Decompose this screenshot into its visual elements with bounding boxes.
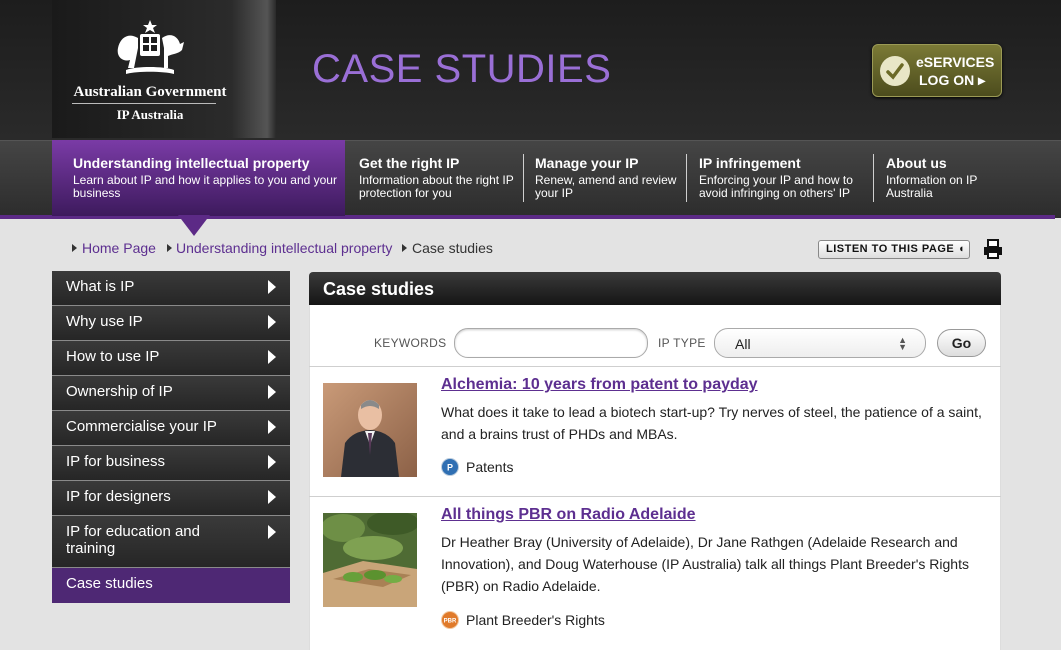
sidebar-item-label: IP for education and training (66, 523, 200, 557)
breadcrumb-current: Case studies (412, 240, 493, 256)
listen-to-page-button[interactable]: LISTEN TO THIS PAGE ◖ (818, 240, 970, 259)
keywords-input[interactable] (454, 328, 648, 358)
sidebar-item-label: Ownership of IP (66, 383, 173, 400)
nav-title: Get the right IP (359, 155, 460, 171)
sidebar-item-label: IP for designers (66, 488, 171, 505)
go-button[interactable]: Go (937, 329, 986, 357)
ip-type-value: All (735, 336, 751, 352)
sidebar-item-label: Case studies (66, 575, 153, 592)
select-arrows-icon: ▲ ▼ (898, 335, 907, 352)
nav-get-right-ip[interactable]: Get the right IP Information about the r… (345, 140, 523, 216)
story-thumbnail-pbr[interactable] (323, 513, 417, 607)
sidebar-item-label: IP for business (66, 453, 165, 470)
story-title-link[interactable]: All things PBR on Radio Adelaide (441, 506, 696, 524)
badge-text: P (447, 463, 453, 473)
sidebar-item-ownership-of-ip[interactable]: Ownership of IP (52, 376, 290, 411)
logon-label: LOG ON ▸ (919, 72, 986, 88)
sidebar-item-ip-for-education[interactable]: IP for education and training (52, 516, 290, 568)
nav-active-pointer (178, 215, 210, 236)
print-icon[interactable] (983, 239, 1003, 259)
sidebar-item-case-studies[interactable]: Case studies (52, 568, 290, 603)
chevron-right-icon (268, 420, 276, 434)
pbr-badge-icon: PBR (441, 611, 459, 629)
case-studies-heading: Case studies (309, 272, 1001, 305)
story-tag[interactable]: Patents (466, 459, 513, 475)
nav-understanding-ip[interactable]: Understanding intellectual property Lear… (52, 140, 345, 216)
sidebar-item-label: Commercialise your IP (66, 418, 217, 435)
sidebar-item-how-to-use-ip[interactable]: How to use IP (52, 341, 290, 376)
gov-rule (72, 103, 216, 104)
story-tag[interactable]: Plant Breeder's Rights (466, 612, 605, 628)
chevron-right-icon (268, 315, 276, 329)
chevron-right-icon (268, 385, 276, 399)
divider (309, 366, 1001, 367)
gov-subtitle: IP Australia (116, 107, 184, 122)
breadcrumb-arrow-icon (402, 244, 407, 252)
story-description: Dr Heather Bray (University of Adelaide)… (441, 534, 969, 594)
sidebar-item-what-is-ip[interactable]: What is IP (52, 271, 290, 306)
nav-desc: Enforcing your IP and how to avoid infri… (699, 173, 853, 200)
breadcrumb-section[interactable]: Understanding intellectual property (176, 240, 392, 256)
patent-badge-icon: P (441, 458, 459, 476)
ip-type-label: IP TYPE (658, 336, 706, 350)
sidebar-item-why-use-ip[interactable]: Why use IP (52, 306, 290, 341)
eservices-logon-button[interactable]: eSERVICES LOG ON ▸ (872, 44, 1002, 97)
chevron-right-icon (268, 350, 276, 364)
nav-title: About us (886, 155, 947, 171)
nav-title: Manage your IP (535, 155, 639, 171)
story-description: What does it take to lead a biotech star… (441, 404, 982, 442)
nav-about-us[interactable]: About us Information on IP Australia (872, 140, 992, 216)
breadcrumb-home[interactable]: Home Page (82, 240, 156, 256)
breadcrumb-arrow-icon (167, 244, 172, 252)
badge-text: PBR (444, 619, 457, 625)
keywords-label: KEYWORDS (374, 336, 447, 350)
nav-ip-infringement[interactable]: IP infringement Enforcing your IP and ho… (685, 140, 872, 216)
breadcrumb-arrow-icon (72, 244, 77, 252)
divider (309, 496, 1001, 497)
nav-desc: Learn about IP and how it applies to you… (73, 173, 337, 200)
sidebar-item-commercialise-ip[interactable]: Commercialise your IP (52, 411, 290, 446)
eservices-icon (880, 56, 910, 86)
nav-title: Understanding intellectual property (73, 155, 310, 171)
sidebar-item-ip-for-designers[interactable]: IP for designers (52, 481, 290, 516)
chevron-right-icon (268, 490, 276, 504)
sidebar-item-label: How to use IP (66, 348, 160, 365)
nav-desc: Information about the right IP protectio… (359, 173, 514, 200)
story-thumbnail-alchemia[interactable] (323, 383, 417, 477)
nav-desc: Renew, amend and review your IP (535, 173, 677, 200)
chevron-right-icon (268, 525, 276, 539)
sidebar-item-label: What is IP (66, 278, 135, 295)
chevron-right-icon (268, 455, 276, 469)
sidebar-item-ip-for-business[interactable]: IP for business (52, 446, 290, 481)
story-title-link[interactable]: Alchemia: 10 years from patent to payday (441, 376, 758, 394)
eservices-label: eSERVICES (916, 54, 995, 70)
nav-desc: Information on IP Australia (886, 173, 978, 200)
ip-type-select[interactable]: All ▲ ▼ (714, 328, 926, 358)
nav-title: IP infringement (699, 155, 801, 171)
page-heading: CASE STUDIES (312, 47, 612, 91)
chevron-right-icon (268, 280, 276, 294)
gov-title: Australian Government (73, 84, 227, 100)
coat-of-arms-icon (117, 20, 184, 74)
nav-manage-ip[interactable]: Manage your IP Renew, amend and review y… (521, 140, 686, 216)
sidebar-item-label: Why use IP (66, 313, 143, 330)
